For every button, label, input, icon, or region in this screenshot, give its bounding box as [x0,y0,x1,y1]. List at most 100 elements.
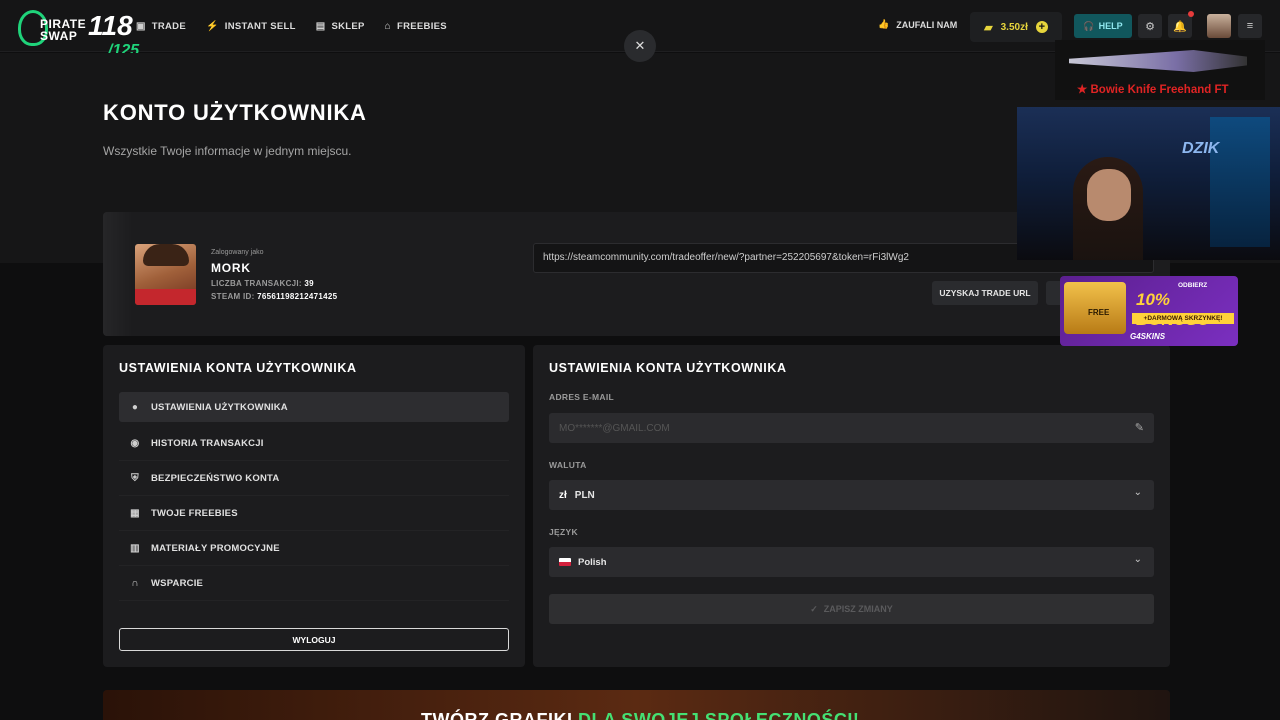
chevron-down-icon: ⌄ [1133,554,1142,565]
balance-button[interactable]: ▰ 3.50zł + [970,12,1062,42]
gift-icon: ▦ [130,507,140,519]
shield-icon: ⛨ [131,472,139,484]
email-field[interactable]: MO*******@GMAIL.COM ✎ [549,413,1154,443]
email-value: MO*******@GMAIL.COM [559,422,670,434]
menu-item-account-security[interactable]: ⛨ BEZPIECZEŃSTWO KONTA [119,461,509,496]
bonus-subtitle: +DARMOWĄ SKRZYNKĘ! [1132,313,1234,324]
freebie-counter: 118 [88,10,133,41]
menu-item-user-settings[interactable]: ● USTAWIENIA UŻYTKOWNIKA [119,392,509,422]
webcam-background [1210,117,1270,247]
add-funds-icon[interactable]: + [1035,21,1048,33]
notification-dot [1188,11,1194,17]
check-circle-icon: ✓ [810,603,818,614]
currency-label: WALUTA [549,460,587,470]
trust-link[interactable]: 👍 ZAUFALI NAM [878,19,957,30]
gear-icon: ⚙ [1145,20,1155,33]
steam-id-value: 76561198212471425 [257,292,338,301]
logout-button[interactable]: WYLOGUJ [119,628,509,651]
language-select[interactable]: Polish ⌄ [549,547,1154,577]
thumbs-up-icon: 👍 [878,19,890,29]
get-trade-url-button[interactable]: UZYSKAJ TRADE URL [932,281,1038,305]
close-icon: ✕ [634,38,646,53]
poland-flag-icon [559,558,571,566]
webcam-overlay [1017,107,1280,260]
bonus-brand: G4SKINS [1130,332,1166,341]
gift-icon: ⌂ [384,20,392,32]
nav-trade[interactable]: ▣ TRADE [136,21,186,32]
help-label: HELP [1098,21,1123,31]
language-value: Polish [578,556,607,568]
wallet-icon: ▰ [984,21,993,34]
menu-item-label: WSPARCIE [151,577,204,589]
transactions-value: 39 [304,279,314,288]
bonus-percent: 10% BONUSU [1136,290,1210,329]
hamburger-icon: ≡ [1246,20,1254,32]
knife-label: ★ Bowie Knife Freehand FT [1077,84,1229,96]
menu-item-label: BEZPIECZEŃSTWO KONTA [151,472,280,484]
menu-item-transaction-history[interactable]: ◉ HISTORIA TRANSAKCJI [119,426,509,461]
currency-symbol: zł [559,489,567,501]
nav-sklep[interactable]: ▤ SKLEP [316,21,365,32]
bell-icon: 🔔 [1173,20,1187,33]
menu-item-label: HISTORIA TRANSAKCJI [151,437,264,449]
user-icon: ● [131,401,139,413]
knife-overlay: ★ Bowie Knife Freehand FT [1055,40,1265,100]
webcam-face [1087,169,1131,221]
menu-item-label: TWOJE FREEBIES [151,507,238,519]
nav-sklep-label: SKLEP [331,20,365,32]
menu-item-freebies[interactable]: ▦ TWOJE FREEBIES [119,496,509,531]
nav-instant-sell-label: INSTANT SELL [224,20,296,32]
headset-icon: ∩ [131,577,139,589]
knife-image [1069,50,1247,72]
chevron-down-icon: ⌄ [1133,487,1142,498]
settings-button[interactable]: ⚙ [1138,14,1162,38]
user-settings-panel: USTAWIENIA KONTA UŻYTKOWNIKA ADRES E-MAI… [533,345,1170,667]
nav-freebies[interactable]: ⌂ FREEBIES [385,21,447,32]
webcam-neon-sign: DZIK [1182,140,1220,157]
nav-freebies-label: FREEBIES [397,20,447,32]
transactions-label: LICZBA TRANSAKCJI: [211,279,302,288]
skull-decoration [103,212,133,336]
bolt-icon: ⚡ [205,20,219,32]
profile-card: Zalogowany jako MORK LICZBA TRANSAKCJI: … [103,212,1170,336]
menu-panel-title: USTAWIENIA KONTA UŻYTKOWNIKA [119,361,357,375]
close-button[interactable]: ✕ [624,30,656,62]
nav-trade-label: TRADE [151,20,186,32]
brand-logo[interactable]: PIRATE SWAP 118 /125 [14,6,139,59]
history-icon: ◉ [130,437,140,449]
menu-item-label: MATERIAŁY PROMOCYJNE [151,542,280,554]
username: MORK [211,261,251,275]
trade-icon: ▣ [136,20,146,32]
settings-panel-title: USTAWIENIA KONTA UŻYTKOWNIKA [549,361,787,375]
menu-item-promo-materials[interactable]: ▥ MATERIAŁY PROMOCYJNE [119,531,509,566]
balance-value: 3.50zł [1000,21,1028,33]
chest-tag: FREE [1088,308,1110,317]
currency-select[interactable]: zł PLN ⌄ [549,480,1154,510]
steam-id: STEAM ID: 76561198212471425 [211,292,337,301]
transactions-count: LICZBA TRANSAKCJI: 39 [211,279,314,288]
settings-menu: ● USTAWIENIA UŻYTKOWNIKA ◉ HISTORIA TRAN… [119,392,509,601]
user-avatar[interactable] [1207,14,1231,38]
bonus-ad[interactable]: FREE ODBIERZ 10% BONUSU +DARMOWĄ SKRZYNK… [1060,276,1238,346]
page-subtitle: Wszystkie Twoje informacje w jednym miej… [103,144,352,158]
save-changes-button[interactable]: ✓ ZAPISZ ZMIANY [549,594,1154,624]
notifications-button[interactable]: 🔔 [1168,11,1194,38]
banner-text-green: DLA SWOJEJ SPOŁECZNOŚCI! [577,710,860,720]
menu-item-support[interactable]: ∩ WSPARCIE [119,566,509,601]
bonus-claim-label: ODBIERZ [1178,282,1208,289]
menu-button[interactable]: ≡ [1238,14,1262,38]
logged-as-label: Zalogowany jako [211,249,264,256]
promo-banner[interactable]: TWÓRZ GRAFIKI DLA SWOJEJ SPOŁECZNOŚCI! [103,690,1170,720]
save-changes-label: ZAPISZ ZMIANY [823,604,893,614]
edit-icon[interactable]: ✎ [1135,421,1144,434]
help-button[interactable]: 🎧 HELP [1074,14,1132,38]
brand-name: PIRATE SWAP [40,17,87,43]
currency-value: PLN [574,489,595,501]
banner-text-white: TWÓRZ GRAFIKI [421,710,578,720]
trust-label: ZAUFALI NAM [896,19,958,30]
briefcase-icon: ▥ [130,542,140,554]
settings-menu-panel: USTAWIENIA KONTA UŻYTKOWNIKA ● USTAWIENI… [103,345,525,667]
headset-icon: 🎧 [1083,20,1095,31]
email-label: ADRES E-MAIL [549,392,614,402]
nav-instant-sell[interactable]: ⚡ INSTANT SELL [206,21,296,32]
